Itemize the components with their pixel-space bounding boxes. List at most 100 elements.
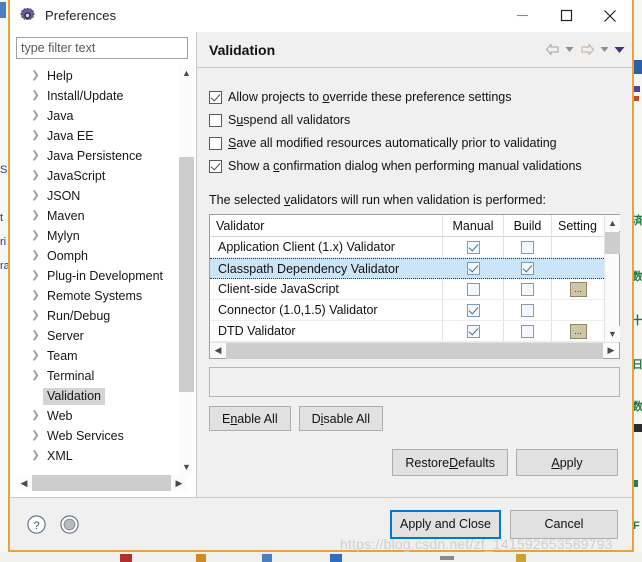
chevron-right-icon[interactable]: ❯ [28,291,43,301]
sidebar-item-server[interactable]: ❯ Server [16,326,178,346]
scrollbar-thumb[interactable] [226,342,603,359]
scroll-right-icon[interactable]: ▶ [603,343,619,359]
cell-build[interactable] [504,279,552,299]
chevron-right-icon[interactable]: ❯ [28,251,43,261]
cell-manual[interactable] [443,237,504,257]
settings-ellipsis-button[interactable]: ... [569,281,587,297]
column-header-setting[interactable]: Setting [552,215,604,236]
cell-setting[interactable] [552,237,604,257]
sidebar-item-remote-systems[interactable]: ❯ Remote Systems [16,286,178,306]
arrow-left-icon[interactable] [543,40,561,60]
cell-build[interactable] [504,237,552,257]
checkbox-checked-icon[interactable] [209,159,222,173]
sidebar-item-xml[interactable]: ❯ XML [16,446,178,466]
table-vertical-scrollbar[interactable]: ▲ ▼ [604,215,620,342]
maximize-button[interactable] [544,0,588,31]
column-header-build[interactable]: Build [504,215,552,236]
checkbox-checked-icon[interactable] [209,90,222,104]
scroll-right-icon[interactable]: ▶ [171,475,187,491]
chevron-down-filled-icon[interactable] [613,40,626,60]
close-button[interactable] [588,0,632,31]
chevron-right-icon[interactable]: ❯ [28,451,43,461]
chevron-right-icon[interactable]: ❯ [28,191,43,201]
scroll-left-icon[interactable]: ◀ [16,475,32,491]
option-row-3[interactable]: Show a confirmation dialog when performi… [209,155,620,177]
checkbox-checked-icon[interactable] [466,303,480,317]
disable-all-button[interactable]: Di sable All [298,406,383,431]
apply-button[interactable]: Apply [516,449,618,476]
record-circle-icon[interactable] [59,514,80,535]
scroll-up-icon[interactable]: ▲ [605,215,620,231]
checkbox-checked-icon[interactable] [466,324,480,338]
cell-build[interactable] [504,300,552,320]
sidebar-item-java-persistence[interactable]: ❯ Java Persistence [16,146,178,166]
cancel-button[interactable]: Cancel [510,509,618,539]
search-input[interactable] [16,37,188,59]
checkbox-unchecked-icon[interactable] [521,303,534,317]
chevron-right-icon[interactable]: ❯ [28,211,43,221]
enable-all-button[interactable]: En able All [209,406,291,431]
checkbox-checked-icon[interactable] [466,240,480,254]
chevron-right-icon[interactable]: ❯ [28,351,43,361]
sidebar-item-java-ee[interactable]: ❯ Java EE [16,126,178,146]
chevron-right-icon[interactable]: ❯ [28,231,43,241]
table-row[interactable]: Classpath Dependency Validator [210,258,604,279]
chevron-right-icon[interactable]: ❯ [28,411,43,421]
tree-horizontal-scrollbar[interactable]: ◀ ▶ [16,475,187,491]
scrollbar-thumb[interactable] [605,232,620,254]
scrollbar-thumb[interactable] [179,157,194,392]
option-row-0[interactable]: Allow projects to override these prefere… [209,86,620,108]
option-row-1[interactable]: Suspend all validators [209,109,620,131]
scroll-up-icon[interactable]: ▲ [179,65,194,81]
sidebar-item-install-update[interactable]: ❯ Install/Update [16,86,178,106]
sidebar-item-json[interactable]: ❯ JSON [16,186,178,206]
checkbox-checked-icon[interactable] [521,262,534,275]
chevron-down-icon[interactable] [563,40,576,60]
cell-manual[interactable] [443,259,504,278]
cell-build[interactable] [504,321,552,341]
chevron-right-icon[interactable]: ❯ [28,71,43,81]
cell-setting[interactable] [552,259,604,278]
sidebar-item-java[interactable]: ❯ Java [16,106,178,126]
sidebar-item-javascript[interactable]: ❯ JavaScript [16,166,178,186]
table-row[interactable]: Application Client (1.x) Validator [210,237,604,258]
preference-tree[interactable]: ❯ Help ❯ Install/Update ❯ Java ❯ Java EE ❯ Java P… [16,65,178,475]
minimize-button[interactable] [500,0,544,31]
option-row-2[interactable]: Save all modified resources automaticall… [209,132,620,154]
settings-ellipsis-button[interactable]: ... [569,323,587,339]
sidebar-item-maven[interactable]: ❯ Maven [16,206,178,226]
chevron-right-icon[interactable]: ❯ [28,431,43,441]
chevron-right-icon[interactable]: ❯ [28,271,43,281]
table-horizontal-scrollbar[interactable]: ◀ ▶ [210,342,619,359]
chevron-right-icon[interactable]: ❯ [28,131,43,141]
scroll-down-icon[interactable]: ▼ [179,459,194,475]
scrollbar-thumb[interactable] [32,475,171,491]
scroll-left-icon[interactable]: ◀ [210,343,226,359]
checkbox-unchecked-icon[interactable] [209,113,222,127]
arrow-right-icon[interactable] [578,40,596,60]
question-mark-icon[interactable]: ? [26,514,47,535]
sidebar-item-run-debug[interactable]: ❯ Run/Debug [16,306,178,326]
cell-setting[interactable]: ... [552,321,604,341]
cell-setting[interactable] [552,300,604,320]
apply-and-close-button[interactable]: Apply and Close [390,509,501,539]
checkbox-unchecked-icon[interactable] [521,324,534,338]
sidebar-item-web[interactable]: ❯ Web [16,406,178,426]
sidebar-item-validation[interactable]: ❯Validation [16,386,178,406]
cell-manual[interactable] [443,321,504,341]
chevron-right-icon[interactable]: ❯ [28,171,43,181]
sidebar-item-mylyn[interactable]: ❯ Mylyn [16,226,178,246]
chevron-right-icon[interactable]: ❯ [28,91,43,101]
checkbox-unchecked-icon[interactable] [521,282,534,296]
checkbox-unchecked-icon[interactable] [521,240,534,254]
scroll-down-icon[interactable]: ▼ [605,326,620,342]
chevron-right-icon[interactable]: ❯ [28,311,43,321]
cell-setting[interactable]: ... [552,279,604,299]
restore-defaults-button[interactable]: Restore Defaults [392,449,508,476]
cell-manual[interactable] [443,300,504,320]
sidebar-item-team[interactable]: ❯ Team [16,346,178,366]
chevron-right-icon[interactable]: ❯ [28,371,43,381]
chevron-right-icon[interactable]: ❯ [28,151,43,161]
table-row[interactable]: Client-side JavaScript... [210,279,604,300]
chevron-right-icon[interactable]: ❯ [28,111,43,121]
